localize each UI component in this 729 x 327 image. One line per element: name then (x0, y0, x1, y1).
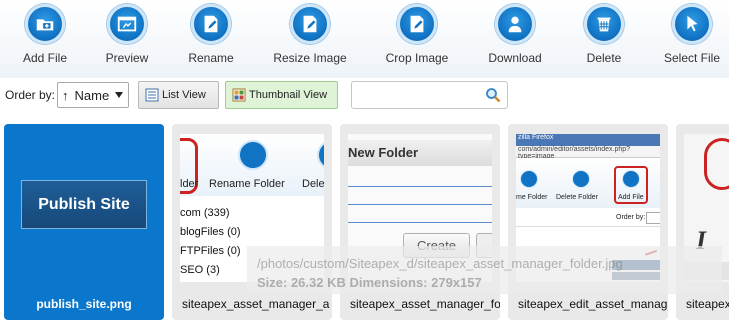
preview-label: Preview (105, 51, 149, 65)
thumbnail-filename: siteapex_asset_manager_a (182, 297, 330, 311)
order-by-label: Order by: (5, 88, 56, 102)
search-icon[interactable] (485, 87, 501, 103)
rename-label: Rename (188, 51, 234, 65)
file-info-tooltip: /photos/custom/Siteapex_d/siteapex_asset… (247, 246, 722, 294)
list-view-icon (145, 88, 159, 102)
resize-image-icon (290, 4, 330, 44)
download-label: Download (488, 51, 542, 65)
thumbnail-filename: siteapex_edit_asset_manag (518, 297, 668, 311)
rename-folder-icon (238, 140, 268, 170)
thumbnail-filename: siteapex (686, 297, 729, 311)
add-file-icon (25, 4, 65, 44)
add-file-button[interactable]: Add File (17, 4, 73, 65)
thumbnail-view-button[interactable]: Thumbnail View (225, 81, 338, 109)
select-file-label: Select File (663, 51, 721, 65)
thumbnail-filename: siteapex_asset_manager_fo (350, 297, 500, 311)
sort-arrow-icon: ↑ (62, 87, 69, 103)
list-view-button[interactable]: List View (138, 81, 219, 109)
resize-image-label: Resize Image (273, 51, 347, 65)
crop-image-button[interactable]: Crop Image (382, 4, 452, 65)
rename-button[interactable]: Rename (183, 4, 239, 65)
publish-site-preview: Publish Site (21, 180, 147, 229)
delete-label: Delete (586, 51, 622, 65)
search-input[interactable] (356, 83, 486, 107)
preview-icon (107, 4, 147, 44)
file-details: Size: 26.32 KB Dimensions: 279x157 (257, 275, 482, 290)
folder-list-preview: com (339) blogFiles (0) FTPFiles (0) SEO… (180, 207, 241, 276)
rename-icon (191, 4, 231, 44)
delete-icon (584, 4, 624, 44)
thumbnail-filename: publish_site.png (36, 297, 132, 311)
add-file-label: Add File (22, 51, 68, 65)
select-file-button[interactable]: Select File (662, 4, 722, 65)
file-path: /photos/custom/Siteapex_d/siteapex_asset… (257, 256, 623, 271)
search-box (351, 81, 508, 109)
toolbar: Add File Preview Rename Resize Image Cro… (0, 0, 729, 78)
download-button[interactable]: Download (484, 4, 546, 65)
crop-image-icon (397, 4, 437, 44)
resize-image-button[interactable]: Resize Image (268, 4, 352, 65)
crop-image-label: Crop Image (385, 51, 449, 65)
thumbnail-card-publish-site[interactable]: Publish Site publish_site.png (4, 124, 164, 320)
thumbnail-view-icon (232, 88, 246, 102)
order-by-value: Name (74, 87, 110, 103)
thumbnail-view-label: Thumbnail View (249, 89, 328, 101)
preview-button[interactable]: Preview (101, 4, 153, 65)
chevron-down-icon (115, 92, 123, 98)
select-file-icon (672, 4, 712, 44)
delete-button[interactable]: Delete (582, 4, 626, 65)
download-icon (495, 4, 535, 44)
order-by-select[interactable]: ↑ Name (57, 82, 129, 108)
list-view-label: List View (162, 89, 206, 101)
